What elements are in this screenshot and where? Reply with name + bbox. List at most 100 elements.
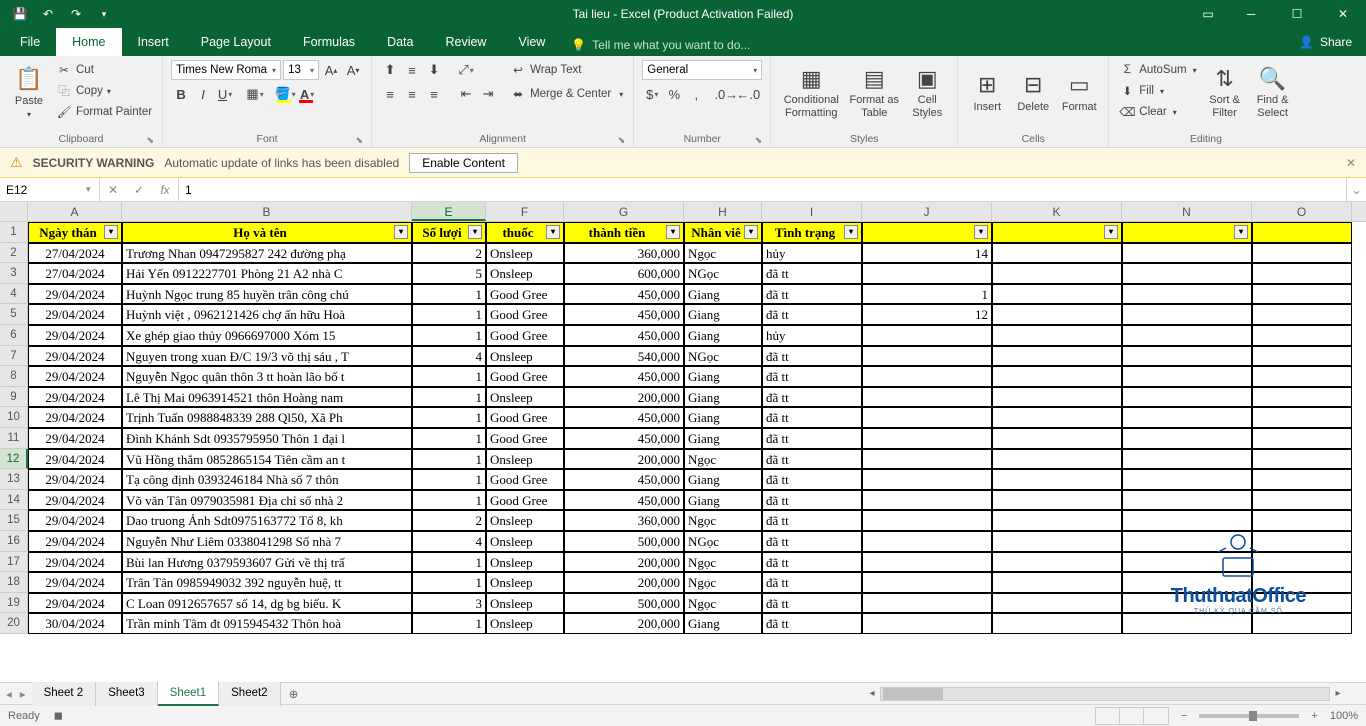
cell-G19[interactable]: 500,000 bbox=[564, 593, 684, 614]
cell-I17[interactable]: đã tt bbox=[762, 552, 862, 573]
cell-N12[interactable] bbox=[1122, 449, 1252, 470]
cell-A5[interactable]: 29/04/2024 bbox=[28, 304, 122, 325]
align-bottom-icon[interactable]: ⬇ bbox=[424, 60, 444, 80]
font-size-combo[interactable]: 13▾ bbox=[283, 60, 319, 80]
cell-H3[interactable]: NGọc bbox=[684, 263, 762, 284]
add-sheet-button[interactable]: ⊕ bbox=[281, 687, 307, 701]
cell-F16[interactable]: Onsleep bbox=[486, 531, 564, 552]
cell-H20[interactable]: Giang bbox=[684, 613, 762, 634]
cell-B15[interactable]: Dao truong Ảnh Sdt0975163772 Tổ 8, kh bbox=[122, 510, 412, 531]
cell-I20[interactable]: đã tt bbox=[762, 613, 862, 634]
tab-insert[interactable]: Insert bbox=[122, 28, 185, 56]
cell-E5[interactable]: 1 bbox=[412, 304, 486, 325]
cell-H6[interactable]: Giang bbox=[684, 325, 762, 346]
cell-B20[interactable]: Trần minh Tâm đt 0915945432 Thôn hoà bbox=[122, 613, 412, 634]
wrap-text-button[interactable]: ↩Wrap Text bbox=[508, 60, 625, 80]
cell-I8[interactable]: đã tt bbox=[762, 366, 862, 387]
cell-A19[interactable]: 29/04/2024 bbox=[28, 593, 122, 614]
column-header-J[interactable]: J bbox=[862, 202, 992, 221]
filter-arrow-icon[interactable]: ▾ bbox=[844, 225, 858, 239]
cell-I11[interactable]: đã tt bbox=[762, 428, 862, 449]
column-header-H[interactable]: H bbox=[684, 202, 762, 221]
cell-F1[interactable]: thuốc▾ bbox=[486, 222, 564, 243]
cell-I18[interactable]: đã tt bbox=[762, 572, 862, 593]
cell-G3[interactable]: 600,000 bbox=[564, 263, 684, 284]
clipboard-launcher[interactable]: ⬊ bbox=[147, 135, 155, 146]
enter-formula-icon[interactable]: ✓ bbox=[126, 183, 152, 197]
fill-color-button[interactable]: 🪣 bbox=[275, 84, 295, 104]
filter-arrow-icon[interactable]: ▾ bbox=[666, 225, 680, 239]
decrease-font-icon[interactable]: A▾ bbox=[343, 60, 363, 80]
ribbon-options-icon[interactable]: ▭ bbox=[1188, 0, 1228, 28]
cell-K17[interactable] bbox=[992, 552, 1122, 573]
cell-G10[interactable]: 450,000 bbox=[564, 407, 684, 428]
cell-O20[interactable] bbox=[1252, 613, 1352, 634]
row-header[interactable]: 16 bbox=[0, 531, 28, 552]
alignment-launcher[interactable]: ⬊ bbox=[618, 135, 626, 146]
cell-H14[interactable]: Giang bbox=[684, 490, 762, 511]
cell-N20[interactable] bbox=[1122, 613, 1252, 634]
cell-N8[interactable] bbox=[1122, 366, 1252, 387]
cell-H13[interactable]: Giang bbox=[684, 469, 762, 490]
column-header-K[interactable]: K bbox=[992, 202, 1122, 221]
cell-I4[interactable]: đã tt bbox=[762, 284, 862, 305]
cell-N14[interactable] bbox=[1122, 490, 1252, 511]
sheet-nav-prev-icon[interactable]: ◂ bbox=[6, 687, 12, 701]
cell-B4[interactable]: Huỳnh Ngọc trung 85 huyền trân công chú bbox=[122, 284, 412, 305]
cell-F7[interactable]: Onsleep bbox=[486, 346, 564, 367]
cell-B10[interactable]: Trịnh Tuấn 0988848339 288 Ql50, Xã Ph bbox=[122, 407, 412, 428]
cell-K2[interactable] bbox=[992, 243, 1122, 264]
cell-J7[interactable] bbox=[862, 346, 992, 367]
cell-O16[interactable] bbox=[1252, 531, 1352, 552]
cell-O4[interactable] bbox=[1252, 284, 1352, 305]
cancel-formula-icon[interactable]: ✕ bbox=[100, 183, 126, 197]
cell-K20[interactable] bbox=[992, 613, 1122, 634]
column-header-G[interactable]: G bbox=[564, 202, 684, 221]
cell-H12[interactable]: Ngọc bbox=[684, 449, 762, 470]
cell-A2[interactable]: 27/04/2024 bbox=[28, 243, 122, 264]
cell-K4[interactable] bbox=[992, 284, 1122, 305]
cell-G6[interactable]: 450,000 bbox=[564, 325, 684, 346]
cell-N4[interactable] bbox=[1122, 284, 1252, 305]
underline-button[interactable]: U bbox=[215, 84, 235, 104]
cell-O17[interactable] bbox=[1252, 552, 1352, 573]
close-warning-icon[interactable]: ✕ bbox=[1346, 156, 1356, 170]
cell-E20[interactable]: 1 bbox=[412, 613, 486, 634]
cell-A15[interactable]: 29/04/2024 bbox=[28, 510, 122, 531]
cell-G11[interactable]: 450,000 bbox=[564, 428, 684, 449]
cell-F18[interactable]: Onsleep bbox=[486, 572, 564, 593]
cell-J2[interactable]: 14 bbox=[862, 243, 992, 264]
column-header-F[interactable]: F bbox=[486, 202, 564, 221]
cell-G14[interactable]: 450,000 bbox=[564, 490, 684, 511]
cell-B2[interactable]: Trương Nhan 0947295827 242 đường phạ bbox=[122, 243, 412, 264]
cell-B13[interactable]: Tạ công định 0393246184 Nhà số 7 thôn bbox=[122, 469, 412, 490]
cell-G4[interactable]: 450,000 bbox=[564, 284, 684, 305]
undo-icon[interactable]: ↶ bbox=[36, 2, 60, 26]
cell-O10[interactable] bbox=[1252, 407, 1352, 428]
row-header[interactable]: 5 bbox=[0, 304, 28, 325]
cell-N5[interactable] bbox=[1122, 304, 1252, 325]
cell-G5[interactable]: 450,000 bbox=[564, 304, 684, 325]
cell-F12[interactable]: Onsleep bbox=[486, 449, 564, 470]
cell-F8[interactable]: Good Gree bbox=[486, 366, 564, 387]
column-header-A[interactable]: A bbox=[28, 202, 122, 221]
cell-E7[interactable]: 4 bbox=[412, 346, 486, 367]
tab-file[interactable]: File bbox=[4, 28, 56, 56]
column-header-O[interactable]: O bbox=[1252, 202, 1352, 221]
row-header[interactable]: 7 bbox=[0, 346, 28, 367]
cell-E2[interactable]: 2 bbox=[412, 243, 486, 264]
row-header[interactable]: 17 bbox=[0, 552, 28, 573]
cell-H11[interactable]: Giang bbox=[684, 428, 762, 449]
maximize-button[interactable]: ☐ bbox=[1274, 0, 1320, 28]
cell-A13[interactable]: 29/04/2024 bbox=[28, 469, 122, 490]
align-right-icon[interactable]: ≡ bbox=[424, 84, 444, 104]
scroll-left-icon[interactable]: ◂ bbox=[864, 688, 880, 699]
cell-N17[interactable] bbox=[1122, 552, 1252, 573]
cell-B16[interactable]: Nguyễn Như Liêm 0338041298 Số nhà 7 bbox=[122, 531, 412, 552]
cell-F13[interactable]: Good Gree bbox=[486, 469, 564, 490]
cell-I15[interactable]: đã tt bbox=[762, 510, 862, 531]
cell-I1[interactable]: Tình trạng▾ bbox=[762, 222, 862, 243]
cell-G2[interactable]: 360,000 bbox=[564, 243, 684, 264]
cell-F9[interactable]: Onsleep bbox=[486, 387, 564, 408]
cell-H8[interactable]: Giang bbox=[684, 366, 762, 387]
